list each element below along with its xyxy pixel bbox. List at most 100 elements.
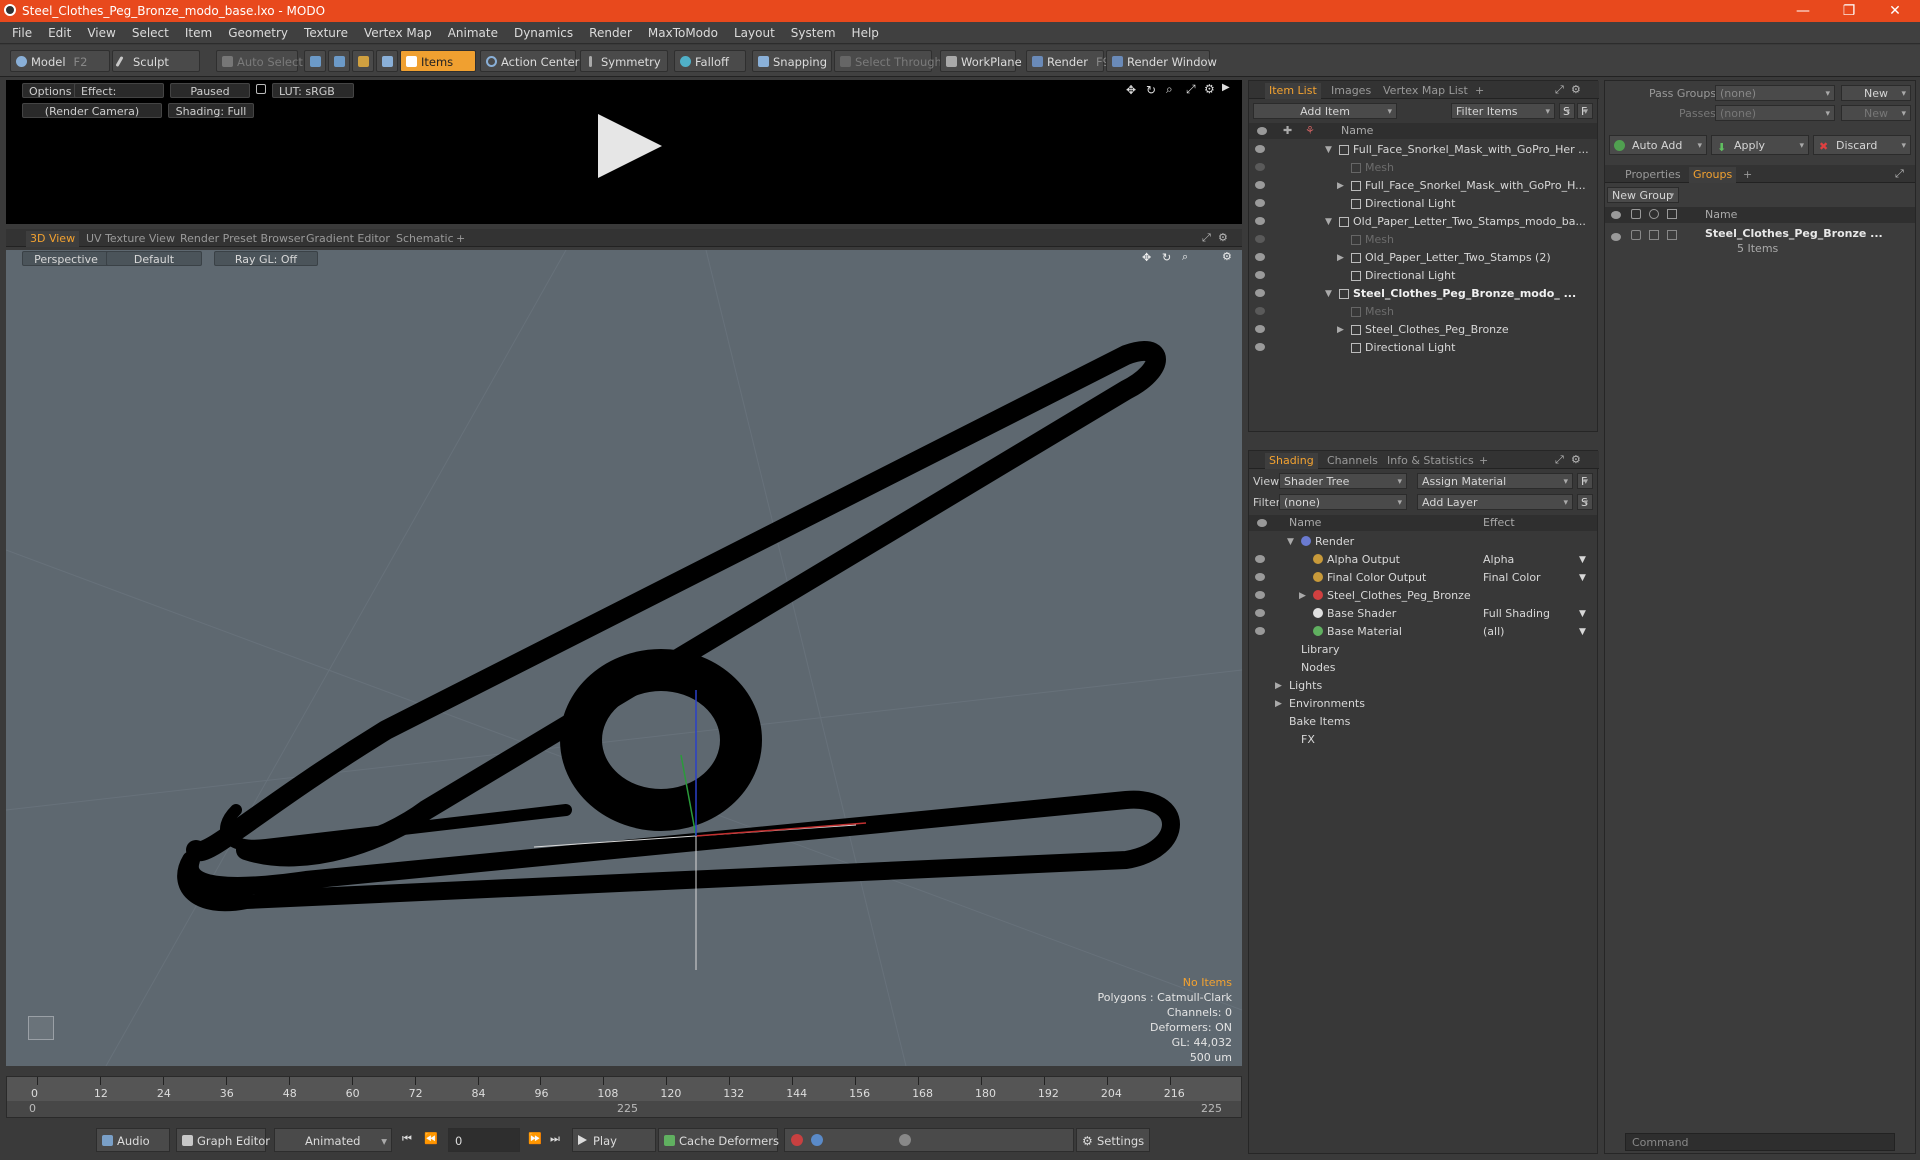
edges-select-button[interactable] [328,50,350,72]
shader-tree-row[interactable]: Base Shader Full Shading ▼ [1249,605,1591,623]
menu-maxtomodo[interactable]: MaxToModo [640,22,726,44]
eye-icon[interactable] [1255,591,1265,599]
collapse-arrow-icon[interactable]: ▶ [1337,177,1344,195]
discard-button[interactable]: ✖ Discard [1813,135,1911,156]
eye-icon[interactable] [1255,145,1265,153]
menu-geometry[interactable]: Geometry [220,22,296,44]
render-camera-dropdown[interactable]: (Render Camera) [22,103,162,118]
f-button[interactable]: F [1577,103,1593,120]
group-row[interactable]: Steel_Clothes_Peg_Bronze ... 5 Items [1605,225,1915,259]
workplane-button[interactable]: WorkPlane [940,50,1022,72]
item-list-row[interactable]: Directional Light [1249,195,1591,213]
item-list-row[interactable]: ▼ Steel_Clothes_Peg_Bronze_modo_ ... [1249,285,1591,303]
new-pass-button[interactable]: New [1841,105,1911,122]
select-through-button[interactable]: Select Through [834,50,942,72]
materials-select-button[interactable] [376,50,398,72]
lock-toggle[interactable] [1649,230,1659,240]
auto-select-button[interactable]: Auto Select [216,50,303,72]
add-tab-button[interactable]: + [452,231,469,247]
transport-controls[interactable] [784,1128,1074,1152]
menu-item[interactable]: Item [177,22,220,44]
eye-icon[interactable] [1255,555,1265,563]
collapse-arrow-icon[interactable]: ▶ [1337,249,1344,267]
3d-viewport[interactable]: Perspective Default Ray GL: Off ✥ ↻ ⌕ ⚙ … [6,250,1242,1066]
chevron-down-icon[interactable]: ▼ [1579,623,1586,641]
shader-tree-row[interactable]: Alpha Output Alpha ▼ [1249,551,1591,569]
collapse-arrow-icon[interactable]: ▶ [1275,695,1282,713]
menu-system[interactable]: System [783,22,844,44]
shader-tree-row[interactable]: Library [1249,641,1591,659]
preview-paused-toggle[interactable]: Paused [170,83,250,98]
item-list-row[interactable]: ▶ Full_Face_Snorkel_Mask_with_GoPro_H... [1249,177,1591,195]
eye-icon[interactable] [1611,233,1621,241]
tab-schematic[interactable]: Schematic [392,231,458,247]
eye-icon[interactable] [1255,325,1265,333]
shader-tree-row[interactable]: FX [1249,731,1591,749]
render-preview[interactable]: Options Effect: (Shadi... Paused LUT: sR… [6,80,1242,224]
animated-dropdown[interactable]: Animated ▾ [274,1128,392,1152]
tab-uv-texture-view[interactable]: UV Texture View [82,231,179,247]
settings-button[interactable]: ⚙ Settings [1076,1128,1150,1152]
add-item-dropdown[interactable]: Add Item [1253,103,1397,120]
tab-properties[interactable]: Properties [1621,167,1685,183]
frame-input[interactable]: 0 [448,1128,520,1152]
tab-groups[interactable]: Groups [1689,167,1737,183]
lut-dropdown[interactable]: LUT: sRGB [272,83,354,98]
preview-effect-dropdown[interactable]: Effect: (Shadi... [74,83,164,98]
s-button[interactable]: S [1559,103,1575,120]
render-toggle[interactable] [1631,230,1641,240]
menu-edit[interactable]: Edit [40,22,79,44]
vertices-select-button[interactable] [304,50,326,72]
filter-dropdown[interactable]: (none) [1279,494,1407,511]
auto-key-icon[interactable] [811,1134,823,1146]
select-toggle[interactable] [1667,230,1677,240]
tab-render-preset-browser[interactable]: Render Preset Browser [176,231,309,247]
expand-arrow-icon[interactable]: ▼ [1325,213,1332,231]
eye-icon[interactable] [1255,235,1265,243]
previous-key-icon[interactable]: ⏪ [424,1132,438,1145]
assign-material-dropdown[interactable]: Assign Material [1417,473,1573,490]
shader-tree-row[interactable]: ▼ Render [1249,533,1591,551]
last-frame-icon[interactable]: ⏭ [550,1132,560,1146]
restore-button[interactable]: ❐ [1826,0,1872,22]
shader-tree-row[interactable]: Final Color Output Final Color ▼ [1249,569,1591,587]
shader-tree-row[interactable]: ▶ Steel_Clothes_Peg_Bronze [1249,587,1591,605]
collapse-arrow-icon[interactable]: ▶ [1337,321,1344,339]
menu-animate[interactable]: Animate [440,22,506,44]
eye-icon[interactable] [1255,253,1265,261]
auto-add-button[interactable]: Auto Add [1609,135,1707,156]
eye-icon[interactable] [1255,217,1265,225]
maximize-icon[interactable]: ⤢ [1555,83,1564,97]
command-input[interactable]: Command [1625,1133,1895,1151]
shader-tree-row[interactable]: Base Material (all) ▼ [1249,623,1591,641]
expand-arrow-icon[interactable]: ▶ [1222,82,1230,93]
expand-arrow-icon[interactable]: ▼ [1287,533,1294,551]
item-list-row[interactable]: Mesh [1249,231,1591,249]
tab-3d-view[interactable]: 3D View [26,231,80,247]
record-key-icon[interactable] [791,1134,803,1146]
tab-channels[interactable]: Channels [1323,453,1382,469]
item-list-row[interactable]: Directional Light [1249,267,1591,285]
menu-help[interactable]: Help [844,22,887,44]
menu-dynamics[interactable]: Dynamics [506,22,581,44]
eye-icon[interactable] [1255,307,1265,315]
snapping-button[interactable]: Snapping [752,50,832,72]
menu-file[interactable]: File [0,22,40,44]
lock-icon[interactable] [256,84,266,94]
shader-tree-row[interactable]: ▶ Environments [1249,695,1591,713]
chevron-down-icon[interactable]: ▼ [1579,605,1586,623]
cache-deformers-button[interactable]: Cache Deformers [658,1128,779,1152]
item-list-row[interactable]: ▶ Old_Paper_Letter_Two_Stamps (2) [1249,249,1591,267]
shader-tree-row[interactable]: ▶ Lights [1249,677,1591,695]
eye-icon[interactable] [1255,181,1265,189]
menu-layout[interactable]: Layout [726,22,783,44]
sculpt-mode-button[interactable]: Sculpt [112,50,200,72]
item-list-row[interactable]: ▼ Old_Paper_Letter_Two_Stamps_modo_ba... [1249,213,1591,231]
maximize-icon[interactable]: ⤢ [1895,167,1904,181]
settings-gear-icon[interactable]: ⚙ [1204,82,1215,96]
move-view-icon[interactable]: ✥ [1126,83,1136,97]
shading-dropdown[interactable]: Shading: Full [168,103,254,118]
falloff-button[interactable]: Falloff [674,50,746,72]
shader-tree-row[interactable]: Bake Items [1249,713,1591,731]
play-button[interactable]: Play [572,1128,656,1152]
